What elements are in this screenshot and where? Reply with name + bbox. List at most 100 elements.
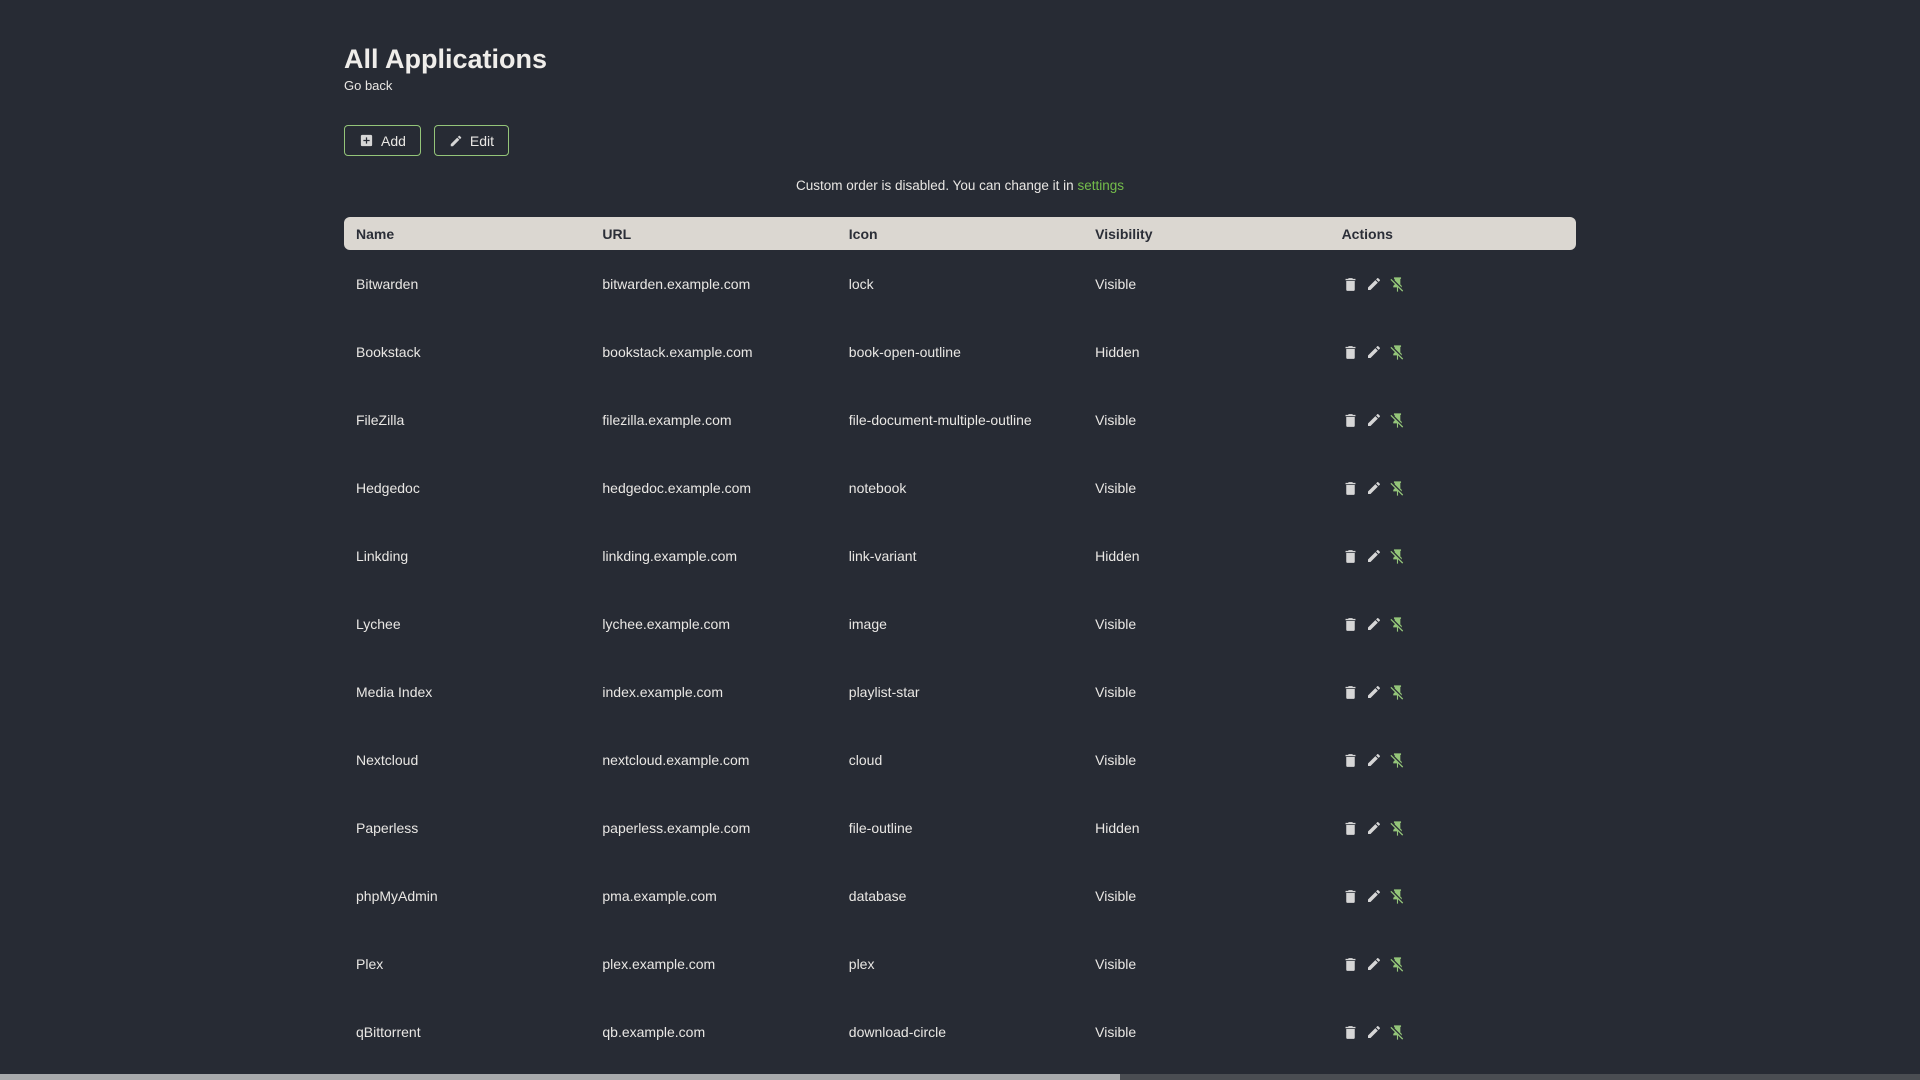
app-actions-cell: [1330, 658, 1576, 726]
trash-icon[interactable]: [1342, 820, 1359, 837]
horizontal-scrollbar[interactable]: [0, 1074, 1920, 1080]
table-header: Name URL Icon Visibility Actions: [344, 217, 1576, 251]
pin-off-icon[interactable]: [1389, 820, 1406, 837]
pin-off-icon[interactable]: [1389, 548, 1406, 565]
app-url-cell: index.example.com: [602, 684, 724, 701]
trash-icon[interactable]: [1342, 684, 1359, 701]
app-name-cell: Nextcloud: [356, 752, 419, 769]
trash-icon[interactable]: [1342, 412, 1359, 429]
pin-off-icon[interactable]: [1389, 276, 1406, 293]
add-button-label: Add: [381, 132, 406, 149]
header-visibility: Visibility: [1083, 217, 1330, 251]
trash-icon[interactable]: [1342, 888, 1359, 905]
app-name-cell: Lychee: [356, 616, 401, 633]
page-title: All Applications: [344, 44, 548, 74]
trash-icon[interactable]: [1342, 616, 1359, 633]
pin-off-icon[interactable]: [1389, 684, 1406, 701]
trash-icon[interactable]: [1342, 548, 1359, 565]
pin-off-icon[interactable]: [1389, 1024, 1406, 1041]
table-row: Bitwarden bitwarden.example.com lock Vis…: [344, 250, 1576, 318]
app-visibility-cell: Visible: [1095, 412, 1137, 429]
app-visibility-cell: Hidden: [1095, 820, 1140, 837]
app-name-cell: phpMyAdmin: [356, 888, 438, 905]
pin-off-icon[interactable]: [1389, 480, 1406, 497]
app-name-cell: Plex: [356, 956, 384, 973]
app-url-cell: hedgedoc.example.com: [602, 480, 752, 497]
trash-icon[interactable]: [1342, 752, 1359, 769]
pencil-icon[interactable]: [1366, 480, 1382, 496]
trash-icon[interactable]: [1342, 956, 1359, 973]
pin-off-icon[interactable]: [1389, 956, 1406, 973]
app-visibility-cell: Hidden: [1095, 548, 1140, 565]
pin-off-icon[interactable]: [1389, 752, 1406, 769]
table-row: Lychee lychee.example.com image Visible: [344, 590, 1576, 658]
pencil-icon[interactable]: [1366, 1024, 1382, 1040]
table-row: Linkding linkding.example.com link-varia…: [344, 522, 1576, 590]
header-icon: Icon: [836, 217, 1084, 251]
app-visibility-cell: Visible: [1095, 616, 1137, 633]
scrollbar-thumb[interactable]: [0, 1074, 1120, 1080]
header-name: Name: [344, 217, 591, 251]
trash-icon[interactable]: [1342, 344, 1359, 361]
pencil-icon[interactable]: [1366, 412, 1382, 428]
app-actions-cell: [1330, 386, 1576, 454]
settings-link[interactable]: settings: [1077, 178, 1124, 193]
pin-off-icon[interactable]: [1389, 344, 1406, 361]
table-row: qBittorrent qb.example.com download-circ…: [344, 998, 1576, 1066]
app-actions-cell: [1330, 522, 1576, 590]
app-actions-cell: [1330, 930, 1576, 998]
edit-button-label: Edit: [469, 132, 495, 149]
app-visibility-cell: Visible: [1095, 956, 1137, 973]
app-name-cell: Media Index: [356, 684, 433, 701]
edit-button[interactable]: Edit: [433, 125, 510, 157]
pin-off-icon[interactable]: [1389, 888, 1406, 905]
app-icon-cell: plex: [848, 956, 875, 973]
pencil-icon[interactable]: [1366, 276, 1382, 292]
pencil-icon[interactable]: [1366, 548, 1382, 564]
app-actions-cell: [1330, 250, 1576, 318]
plus-box-icon: [359, 133, 374, 148]
pencil-icon[interactable]: [1366, 684, 1382, 700]
trash-icon[interactable]: [1342, 1024, 1359, 1041]
pin-off-icon[interactable]: [1389, 616, 1406, 633]
pin-off-icon[interactable]: [1389, 412, 1406, 429]
app-table-body: Bitwarden bitwarden.example.com lock Vis…: [344, 250, 1576, 1080]
trash-icon[interactable]: [1342, 480, 1359, 497]
table-row: Paperless paperless.example.com file-out…: [344, 794, 1576, 862]
app-url-cell: qb.example.com: [602, 1024, 706, 1041]
app-icon-cell: image: [848, 616, 887, 633]
go-back-link[interactable]: Go back: [344, 78, 392, 93]
add-button[interactable]: Add: [344, 125, 421, 157]
app-url-cell: pma.example.com: [602, 888, 717, 905]
app-visibility-cell: Hidden: [1095, 344, 1140, 361]
app-url-cell: lychee.example.com: [602, 616, 731, 633]
pencil-icon[interactable]: [1366, 616, 1382, 632]
app-url-cell: linkding.example.com: [602, 548, 738, 565]
app-visibility-cell: Visible: [1095, 1024, 1137, 1041]
app-visibility-cell: Visible: [1095, 684, 1137, 701]
app-name-cell: Hedgedoc: [356, 480, 420, 497]
table-row: Plex plex.example.com plex Visible: [344, 930, 1576, 998]
pencil-icon[interactable]: [1366, 344, 1382, 360]
header-actions: Actions: [1329, 217, 1576, 251]
app-url-cell: filezilla.example.com: [602, 412, 732, 429]
table-row: FileZilla filezilla.example.com file-doc…: [344, 386, 1576, 454]
pencil-icon[interactable]: [1366, 752, 1382, 768]
pencil-icon[interactable]: [1366, 888, 1382, 904]
table-row: Hedgedoc hedgedoc.example.com notebook V…: [344, 454, 1576, 522]
custom-order-notice: Custom order is disabled. You can change…: [344, 178, 1576, 193]
trash-icon[interactable]: [1342, 276, 1359, 293]
table-row: Bookstack bookstack.example.com book-ope…: [344, 318, 1576, 386]
app-visibility-cell: Visible: [1095, 480, 1137, 497]
app-url-cell: bookstack.example.com: [602, 344, 753, 361]
app-url-cell: nextcloud.example.com: [602, 752, 750, 769]
app-icon-cell: lock: [848, 276, 874, 293]
pencil-icon[interactable]: [1366, 820, 1382, 836]
applications-table: Name URL Icon Visibility Actions Bitward…: [344, 217, 1576, 1080]
app-icon-cell: link-variant: [848, 548, 917, 565]
pencil-icon[interactable]: [1366, 956, 1382, 972]
app-actions-cell: [1330, 318, 1576, 386]
table-row: phpMyAdmin pma.example.com database Visi…: [344, 862, 1576, 930]
app-actions-cell: [1330, 726, 1576, 794]
app-actions-cell: [1330, 998, 1576, 1066]
